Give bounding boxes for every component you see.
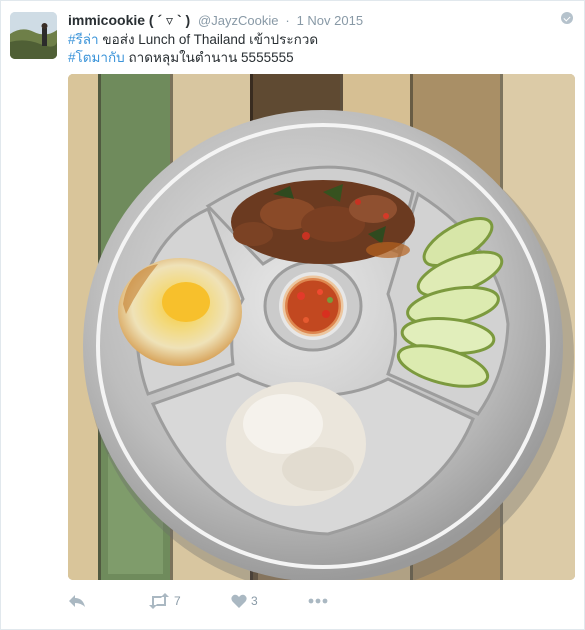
separator-dot: · (285, 13, 290, 28)
like-button[interactable]: 3 (231, 589, 258, 613)
tweet-header: immicookie ( ´ ▿ ` ) @JayzCookie · 1 Nov… (68, 12, 564, 30)
tweet-actions: 7 3 (68, 589, 368, 613)
avatar[interactable] (10, 12, 57, 59)
display-name[interactable]: immicookie ( ´ ▿ ` ) (68, 12, 190, 28)
more-button[interactable] (308, 589, 328, 613)
like-count: 3 (251, 594, 258, 608)
caret-down-icon[interactable] (561, 12, 573, 24)
retweet-icon (148, 593, 170, 609)
tweet-text: #รีล่า ขอส่ง Lunch of Thailand เข้าประกว… (68, 31, 318, 67)
more-dots-icon (308, 598, 328, 604)
hashtag-link[interactable]: #โตมากับ (68, 50, 125, 65)
tweet-text-segment: ขอส่ง Lunch of Thailand เข้าประกวด (98, 32, 319, 47)
tweet-photo[interactable] (68, 74, 575, 580)
tweet-text-line-1: #รีล่า ขอส่ง Lunch of Thailand เข้าประกว… (68, 31, 318, 49)
reply-icon (68, 593, 86, 609)
tweet-text-segment: ถาดหลุมในตำนาน 5555555 (124, 50, 294, 65)
tweet-text-line-2: #โตมากับ ถาดหลุมในตำนาน 5555555 (68, 49, 318, 67)
retweet-count: 7 (174, 594, 181, 608)
reply-button[interactable] (68, 589, 86, 613)
user-handle[interactable]: @JayzCookie (198, 13, 278, 28)
timestamp[interactable]: 1 Nov 2015 (297, 13, 364, 28)
tweet: immicookie ( ´ ▿ ` ) @JayzCookie · 1 Nov… (0, 0, 585, 630)
heart-icon (231, 594, 247, 609)
retweet-button[interactable]: 7 (148, 589, 181, 613)
hashtag-link[interactable]: #รีล่า (68, 32, 99, 47)
